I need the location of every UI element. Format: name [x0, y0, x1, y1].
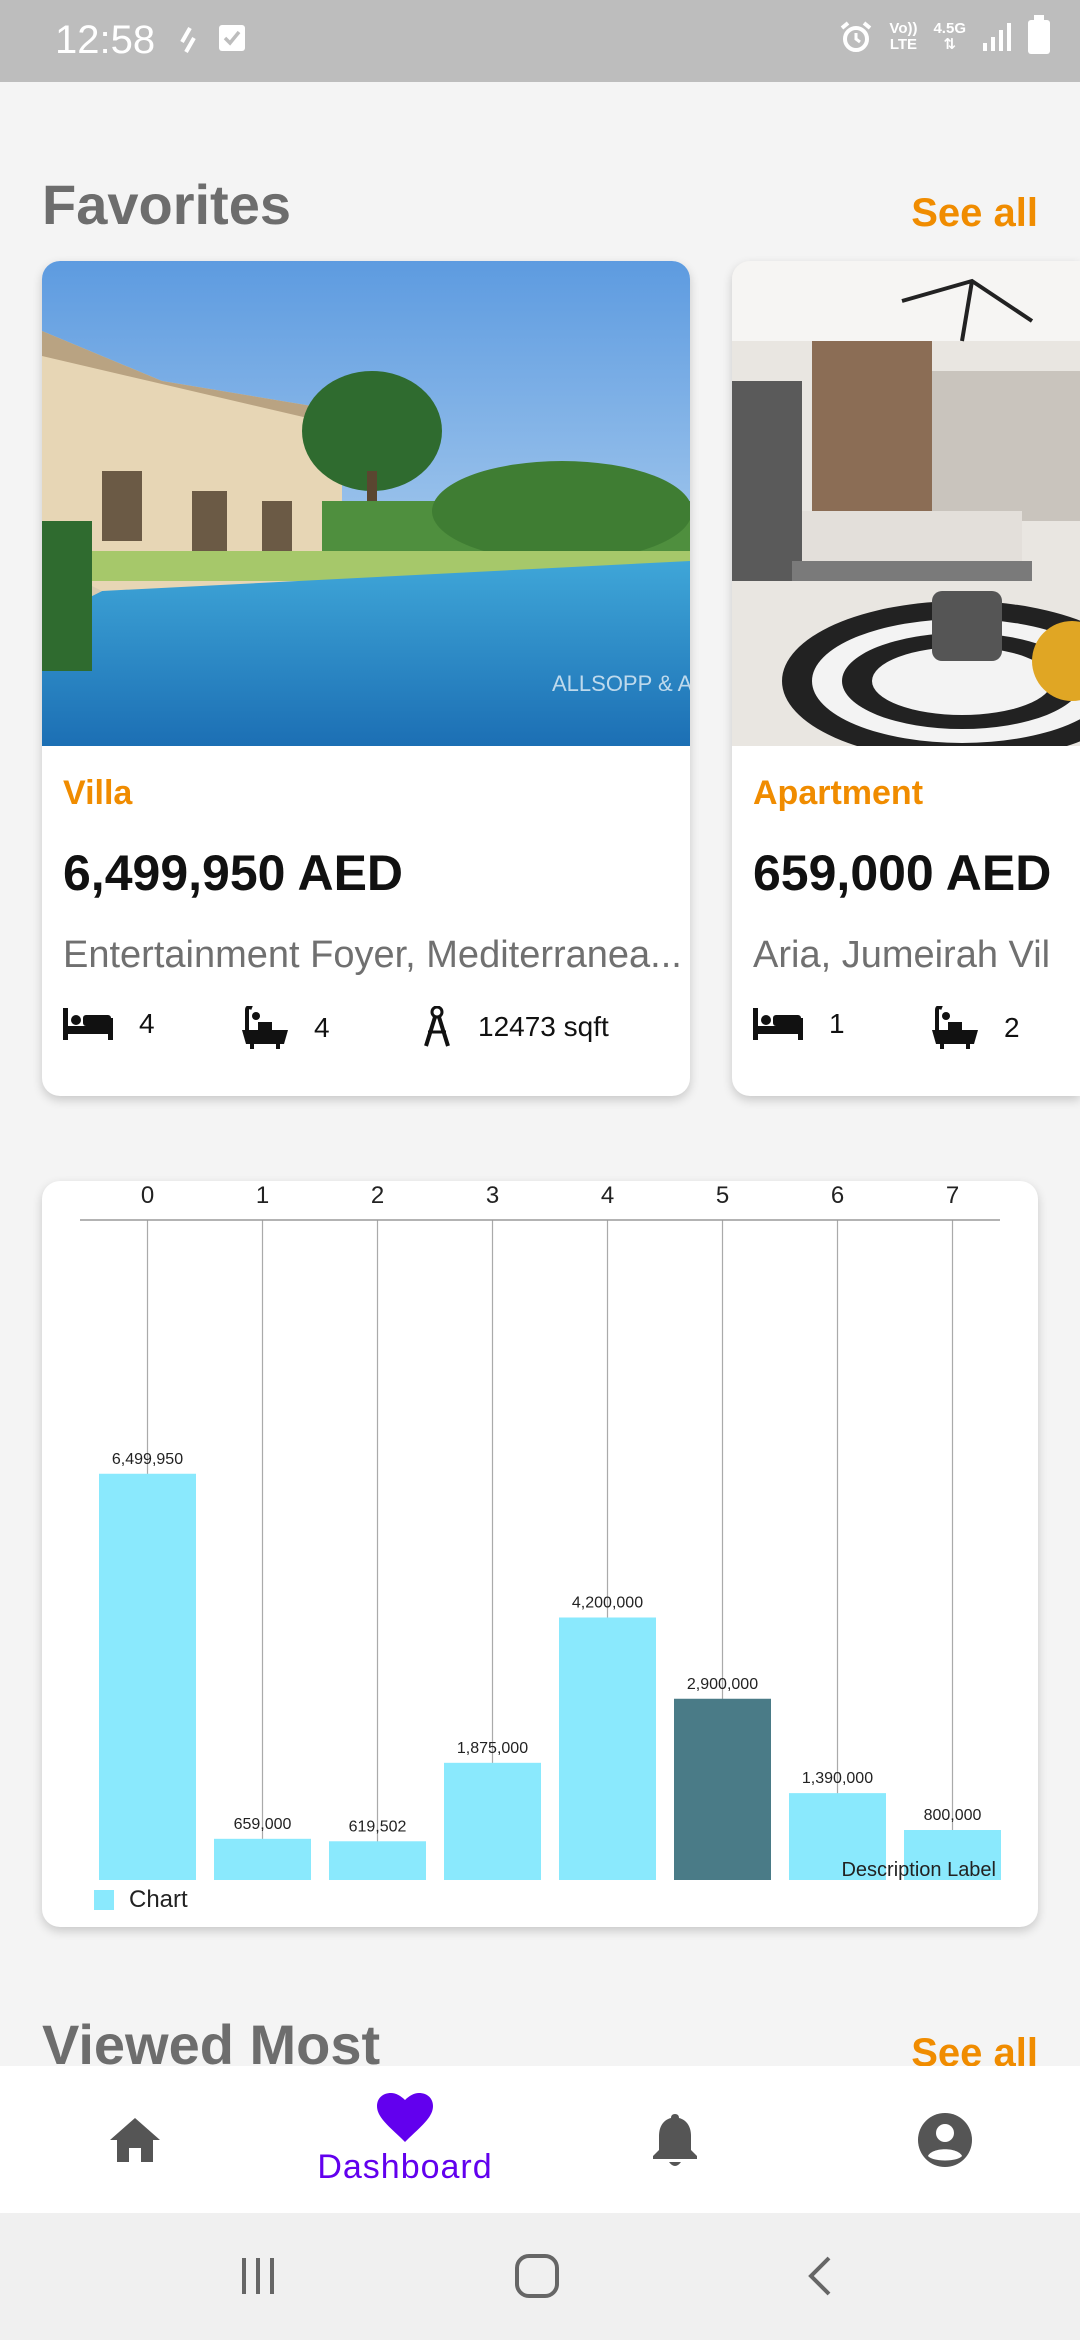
chart-bar[interactable] — [559, 1617, 656, 1881]
x-tick-label: 4 — [601, 1182, 614, 1209]
account-icon — [918, 2112, 972, 2167]
bottom-navigation: Dashboard — [0, 2066, 1080, 2213]
baths-feature: 4 — [242, 1006, 330, 1050]
home-icon — [110, 2117, 160, 2162]
volte-top-label: Vo)) — [889, 20, 918, 37]
nav-home[interactable] — [0, 2066, 270, 2213]
favorites-title: Favorites — [42, 173, 291, 236]
volte-bottom-label: LTE — [889, 36, 918, 53]
apartment-interior-photo — [732, 261, 1080, 746]
property-type: Apartment — [753, 774, 924, 812]
sync-icon — [180, 27, 196, 53]
bar-value-label: 4,200,000 — [572, 1595, 643, 1612]
data-arrows-icon: ⇅ — [943, 36, 957, 53]
volte-icon: Vo)) LTE — [889, 21, 917, 53]
chart-bar[interactable] — [329, 1841, 426, 1880]
back-button[interactable] — [790, 2251, 850, 2301]
bar-value-label: 1,875,000 — [457, 1740, 528, 1757]
chart-bar[interactable] — [214, 1838, 311, 1880]
beds-count: 1 — [829, 1008, 845, 1039]
area-feature: 12473 sqft — [422, 1006, 609, 1048]
property-address: Entertainment Foyer, Mediterranea... — [63, 934, 682, 976]
alarm-icon — [841, 21, 872, 52]
x-tick-label: 1 — [256, 1182, 269, 1209]
x-tick-label: 2 — [371, 1182, 384, 1209]
property-type: Villa — [63, 774, 133, 812]
recents-button[interactable] — [228, 2251, 288, 2301]
beds-feature: 1 — [753, 1006, 845, 1042]
viewed-most-see-all-link[interactable]: See all — [911, 2031, 1038, 2066]
viewed-most-section: Viewed Most See all — [0, 2000, 1080, 2066]
favorites-see-all-link[interactable]: See all — [911, 191, 1038, 236]
legend-label: Chart — [129, 1886, 188, 1913]
check-square-icon — [219, 25, 245, 51]
status-time: 12:58 — [55, 18, 156, 62]
home-system-button[interactable] — [507, 2251, 567, 2301]
x-tick-label: 6 — [831, 1182, 844, 1209]
beds-count: 4 — [139, 1008, 155, 1039]
chart-description-label: Description Label — [841, 1859, 996, 1881]
x-tick-label: 3 — [486, 1182, 499, 1209]
recents-icon — [242, 2258, 274, 2294]
compass-area-icon — [424, 1006, 450, 1047]
bar-value-label: 2,900,000 — [687, 1676, 758, 1693]
bar-value-label: 619,502 — [349, 1818, 407, 1835]
chart-bar[interactable] — [674, 1698, 771, 1880]
chart-bar[interactable] — [99, 1473, 196, 1880]
bar-value-label: 6,499,950 — [112, 1451, 183, 1468]
property-address: Aria, Jumeirah Vil — [753, 934, 1051, 976]
nav-dashboard[interactable]: Dashboard — [270, 2066, 540, 2213]
price-bar-chart: 6,499,950 0 659,000 1 619,502 2 1,875,000 3 4,20… — [80, 1182, 1001, 1913]
beds-feature: 4 — [63, 1006, 155, 1042]
chart-bar[interactable] — [444, 1762, 541, 1880]
network-type: 4.5G ⇅ — [933, 21, 966, 53]
x-tick-label: 7 — [946, 1182, 959, 1209]
bathtub-icon — [242, 1006, 288, 1049]
viewed-most-title: Viewed Most — [42, 2013, 381, 2066]
home-button-icon — [515, 2254, 559, 2298]
bed-icon — [753, 1008, 803, 1040]
property-price: 6,499,950 AED — [63, 845, 404, 901]
status-bar: 12:58 Vo)) LTE 4.5G ⇅ — [0, 0, 1080, 82]
nav-notifications[interactable] — [540, 2066, 810, 2213]
villa-pool-photo: ALLSOPP & ALLSOPP — [42, 261, 690, 746]
area-size: 12473 sqft — [478, 1011, 609, 1042]
battery-icon — [1028, 15, 1050, 54]
property-price: 659,000 AED — [753, 845, 1052, 901]
legend-swatch — [94, 1890, 114, 1910]
system-navigation-bar — [0, 2213, 1080, 2340]
x-tick-label: 0 — [141, 1182, 154, 1209]
bar-value-label: 1,390,000 — [802, 1770, 873, 1787]
bathtub-icon — [932, 1006, 978, 1049]
property-card-villa[interactable]: ALLSOPP & ALLSOPP Villa 6,499,950 AED En… — [42, 261, 690, 1096]
x-tick-label: 5 — [716, 1182, 729, 1209]
baths-count: 4 — [314, 1012, 330, 1043]
baths-feature: 2 — [932, 1006, 1020, 1050]
watermark-text: ALLSOPP & ALLSOPP — [552, 671, 690, 696]
bar-value-label: 659,000 — [234, 1816, 292, 1833]
bed-icon — [63, 1008, 113, 1040]
bar-value-label: 800,000 — [924, 1807, 982, 1824]
heart-icon — [377, 2093, 433, 2142]
signal-icon — [983, 23, 1011, 51]
price-bar-chart-card: 6,499,950 0 659,000 1 619,502 2 1,875,000 3 4,20… — [42, 1181, 1038, 1927]
back-icon — [808, 2256, 831, 2296]
bell-icon — [653, 2113, 697, 2166]
baths-count: 2 — [1004, 1012, 1020, 1043]
nav-dashboard-label: Dashboard — [317, 2148, 493, 2186]
network-label: 4.5G — [933, 20, 966, 37]
property-card-apartment[interactable]: Apartment 659,000 AED Aria, Jumeirah Vil… — [732, 261, 1080, 1096]
nav-profile[interactable] — [810, 2066, 1080, 2213]
